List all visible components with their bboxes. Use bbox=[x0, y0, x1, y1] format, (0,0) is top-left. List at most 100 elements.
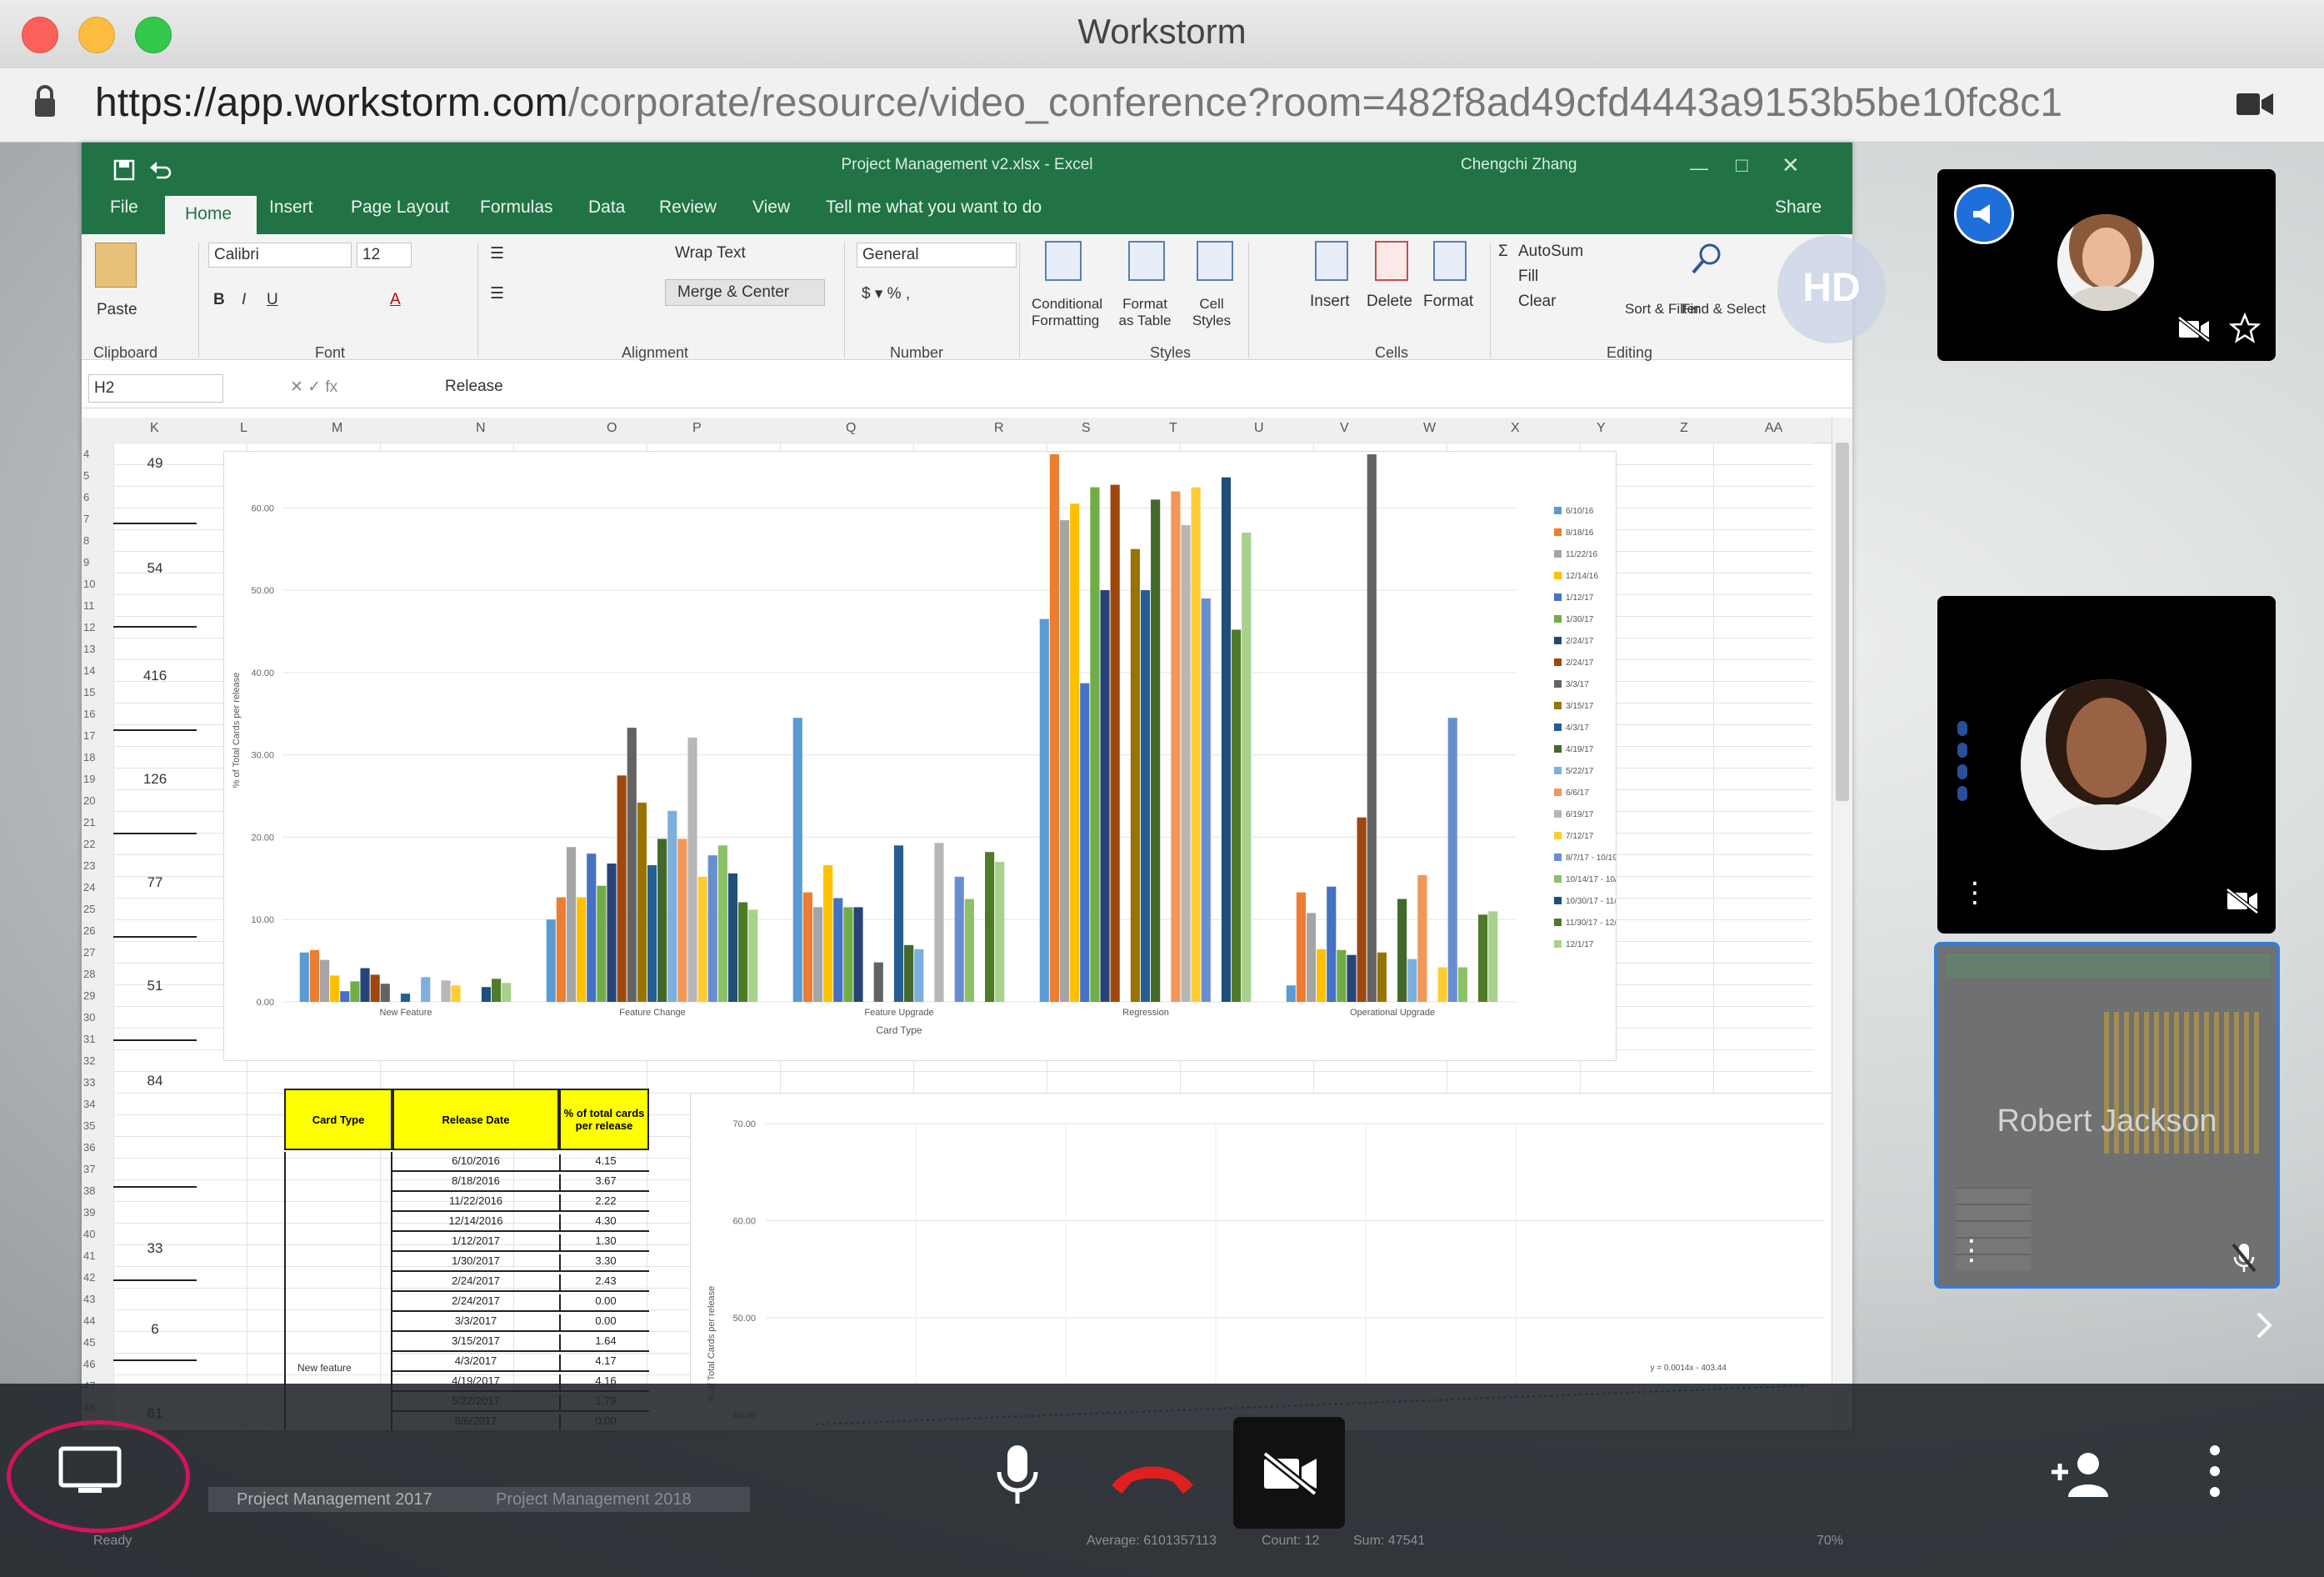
row-header[interactable]: 6 bbox=[83, 491, 89, 503]
k-cell[interactable]: 126 bbox=[113, 729, 197, 834]
bar-chart[interactable]: 0.00 10.00 20.00 30.00 40.00 50.00 60.00 New Fe… bbox=[223, 451, 1638, 1061]
row-header[interactable]: 35 bbox=[83, 1119, 95, 1132]
row-header[interactable]: 40 bbox=[83, 1228, 95, 1240]
participant-tile-2[interactable]: ⋮ bbox=[1937, 596, 2276, 934]
table-row[interactable]: 3/15/2017 1.64 bbox=[392, 1332, 649, 1352]
table-row[interactable]: 3/3/2017 0.00 bbox=[392, 1312, 649, 1332]
row-header[interactable]: 25 bbox=[83, 903, 95, 915]
col-header[interactable]: T bbox=[1169, 421, 1177, 436]
col-header[interactable]: L bbox=[240, 421, 247, 436]
paste-icon[interactable] bbox=[95, 243, 137, 288]
row-header[interactable]: 22 bbox=[83, 838, 95, 850]
add-participant-icon[interactable] bbox=[2048, 1450, 2113, 1499]
tab-file[interactable]: File bbox=[110, 198, 138, 218]
scrollbar-thumb[interactable] bbox=[1836, 443, 1849, 801]
fill-button[interactable]: Fill bbox=[1518, 268, 1538, 286]
paste-button[interactable]: Paste bbox=[97, 301, 137, 319]
row-header[interactable]: 32 bbox=[83, 1054, 95, 1067]
font-size-dropdown[interactable]: 12 bbox=[357, 243, 412, 268]
row-header[interactable]: 31 bbox=[83, 1033, 95, 1045]
italic-icon[interactable]: I bbox=[242, 291, 246, 309]
cell-styles-button[interactable]: Cell Styles bbox=[1187, 296, 1237, 329]
chevron-right-icon[interactable] bbox=[2255, 1310, 2275, 1340]
wrap-text-button[interactable]: Wrap Text bbox=[675, 244, 746, 263]
hang-up-icon[interactable] bbox=[1107, 1457, 1198, 1497]
delete-button[interactable]: Delete bbox=[1367, 293, 1412, 311]
col-header[interactable]: X bbox=[1511, 421, 1520, 436]
tab-formulas[interactable]: Formulas bbox=[480, 198, 553, 218]
col-header[interactable]: O bbox=[607, 421, 617, 436]
conditional-formatting-button[interactable]: Conditional Formatting bbox=[1032, 296, 1102, 329]
row-header[interactable]: 20 bbox=[83, 794, 95, 807]
row-header[interactable]: 7 bbox=[83, 513, 89, 525]
table-row[interactable]: 2/24/2017 2.43 bbox=[392, 1272, 649, 1292]
row-header[interactable]: 15 bbox=[83, 686, 95, 698]
row-header[interactable]: 33 bbox=[83, 1076, 95, 1089]
conditional-formatting-icon[interactable] bbox=[1045, 241, 1082, 281]
table-row[interactable]: 6/10/2016 4.15 bbox=[392, 1152, 649, 1172]
star-icon[interactable] bbox=[2229, 313, 2261, 344]
tab-insert[interactable]: Insert bbox=[269, 198, 313, 218]
tab-home[interactable]: Home bbox=[165, 196, 257, 236]
formula-input[interactable]: Release bbox=[445, 378, 503, 396]
tab-data[interactable]: Data bbox=[588, 198, 625, 218]
participant-tile-1[interactable] bbox=[1937, 169, 2276, 361]
tile-menu-icon[interactable]: ⋮ bbox=[1957, 1236, 1986, 1264]
table-header[interactable]: Release Date bbox=[392, 1089, 559, 1150]
col-header[interactable]: Z bbox=[1680, 421, 1688, 436]
row-header[interactable]: 8 bbox=[83, 534, 89, 547]
minimize-excel-icon[interactable]: — bbox=[1690, 158, 1708, 179]
table-row[interactable]: 8/18/2016 3.67 bbox=[392, 1172, 649, 1192]
table-row[interactable]: 4/3/2017 4.17 bbox=[392, 1352, 649, 1372]
col-header[interactable]: V bbox=[1340, 421, 1349, 436]
row-header[interactable]: 13 bbox=[83, 643, 95, 655]
find-select-button[interactable]: Find & Select bbox=[1682, 301, 1766, 318]
row-header[interactable]: 11 bbox=[83, 599, 95, 612]
microphone-icon[interactable] bbox=[995, 1442, 1040, 1509]
table-header[interactable]: Card Type bbox=[284, 1089, 392, 1150]
k-cell[interactable]: 77 bbox=[113, 833, 197, 938]
row-header[interactable]: 30 bbox=[83, 1011, 95, 1024]
close-excel-icon[interactable]: ✕ bbox=[1782, 153, 1800, 178]
tab-page-layout[interactable]: Page Layout bbox=[351, 198, 449, 218]
row-header[interactable]: 24 bbox=[83, 881, 95, 894]
row-header[interactable]: 27 bbox=[83, 946, 95, 959]
k-cell[interactable]: 416 bbox=[113, 626, 197, 731]
table-row[interactable]: 1/12/2017 1.30 bbox=[392, 1232, 649, 1252]
table-row[interactable]: 2/24/2017 0.00 bbox=[392, 1292, 649, 1312]
row-header[interactable]: 12 bbox=[83, 621, 95, 633]
tile-menu-icon[interactable]: ⋮ bbox=[1961, 879, 1989, 907]
row-header[interactable]: 17 bbox=[83, 729, 95, 742]
row-header[interactable]: 45 bbox=[83, 1336, 95, 1349]
scatter-chart[interactable]: 70.0060.0050.0040.0030.00y = 0.0014x - 4… bbox=[690, 1093, 1850, 1430]
row-header[interactable]: 44 bbox=[83, 1314, 95, 1327]
row-header[interactable]: 26 bbox=[83, 924, 95, 937]
clear-button[interactable]: Clear bbox=[1518, 293, 1556, 311]
cell-styles-icon[interactable] bbox=[1197, 241, 1233, 281]
col-header[interactable]: U bbox=[1254, 421, 1264, 436]
sheet-tab-2018[interactable]: Project Management 2018 bbox=[496, 1490, 692, 1509]
row-header[interactable]: 39 bbox=[83, 1206, 95, 1219]
col-header[interactable]: Y bbox=[1597, 421, 1606, 436]
row-header[interactable]: 23 bbox=[83, 859, 95, 872]
autosum-button[interactable]: AutoSum bbox=[1518, 243, 1583, 261]
participant-tile-3-active-speaker[interactable]: Robert Jackson ⋮ bbox=[1934, 942, 2280, 1289]
col-header[interactable]: K bbox=[150, 421, 159, 436]
k-cell[interactable]: 33 bbox=[113, 1186, 197, 1281]
k-cell[interactable]: 6 bbox=[113, 1279, 197, 1361]
tab-view[interactable]: View bbox=[752, 198, 790, 218]
row-header[interactable]: 18 bbox=[83, 751, 95, 763]
col-header[interactable]: R bbox=[994, 421, 1004, 436]
participant-initials-badge[interactable]: HD bbox=[1777, 235, 1886, 343]
camera-icon[interactable] bbox=[2237, 92, 2273, 117]
format-as-table-icon[interactable] bbox=[1128, 241, 1165, 281]
delete-cells-icon[interactable] bbox=[1375, 241, 1408, 281]
table-row[interactable]: 11/22/2016 2.22 bbox=[392, 1192, 649, 1212]
align-left-icon[interactable]: ☰ bbox=[490, 284, 504, 303]
table-row[interactable]: 12/14/2016 4.30 bbox=[392, 1212, 649, 1232]
video-toggle-button[interactable] bbox=[1233, 1417, 1345, 1529]
more-options-icon[interactable] bbox=[2207, 1444, 2223, 1502]
restore-excel-icon[interactable]: □ bbox=[1736, 154, 1748, 178]
merge-center-button[interactable]: Merge & Center bbox=[665, 279, 825, 306]
align-top-icon[interactable]: ☰ bbox=[490, 244, 504, 263]
